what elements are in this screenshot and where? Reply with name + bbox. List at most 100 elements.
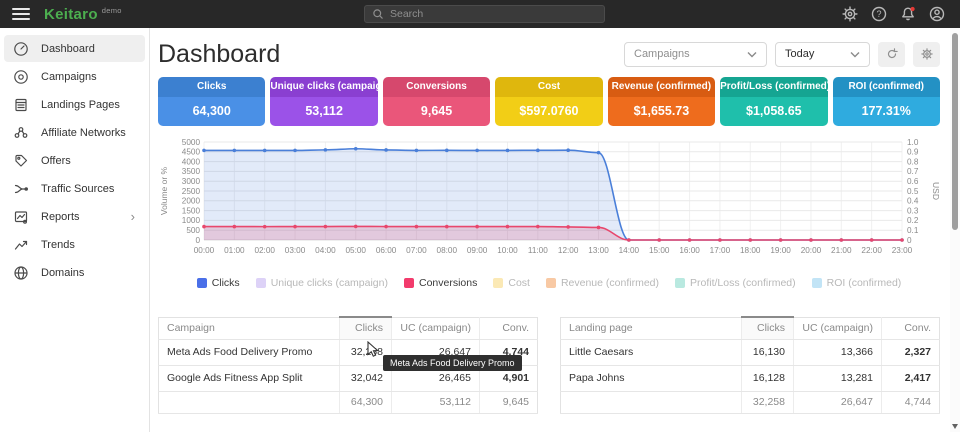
legend-item-revenue-confirmed[interactable]: Revenue (confirmed) (546, 277, 659, 289)
table-total-cell (561, 391, 742, 413)
menu-icon[interactable] (12, 8, 30, 20)
metric-label: Cost (495, 77, 602, 97)
legend-item-conversions[interactable]: Conversions (404, 277, 477, 289)
table-cell: 16,128 (742, 365, 794, 391)
svg-text:23:00: 23:00 (892, 246, 913, 255)
svg-text:08:00: 08:00 (437, 246, 458, 255)
tag-icon (13, 153, 29, 169)
sidebar-item-trends[interactable]: Trends (4, 231, 145, 258)
metric-label: Clicks (158, 77, 265, 97)
column-header-conv[interactable]: Conv. (480, 317, 538, 339)
metric-value: 64,300 (158, 97, 265, 126)
date-range-select[interactable]: Today (775, 42, 870, 67)
svg-text:500: 500 (186, 226, 200, 235)
svg-text:16:00: 16:00 (679, 246, 700, 255)
svg-text:10:00: 10:00 (497, 246, 518, 255)
sidebar-item-landings-pages[interactable]: Landings Pages (4, 91, 145, 118)
metric-value: $1,058.65 (720, 97, 827, 126)
column-header-landing-page[interactable]: Landing page (561, 317, 742, 339)
column-header-uc-campaign[interactable]: UC (campaign) (794, 317, 882, 339)
report-icon (13, 209, 29, 225)
svg-text:2500: 2500 (182, 187, 201, 196)
metric-value: 9,645 (383, 97, 490, 126)
page-title: Dashboard (158, 40, 280, 69)
sidebar-item-label: Landings Pages (41, 99, 120, 111)
legend-item-clicks[interactable]: Clicks (197, 277, 240, 289)
campaigns-filter-select[interactable]: Campaigns (624, 42, 767, 67)
metric-value: 177.31% (833, 97, 940, 126)
metric-card-clicks: Clicks64,300 (158, 77, 265, 126)
svg-text:3500: 3500 (182, 167, 201, 176)
dashboard-settings-button[interactable] (913, 42, 940, 67)
column-header-clicks[interactable]: Clicks (742, 317, 794, 339)
legend-swatch (546, 278, 556, 288)
gear-icon (920, 47, 934, 61)
traffic-icon (13, 181, 29, 197)
legend-item-unique-clicks-campaign[interactable]: Unique clicks (campaign) (256, 277, 388, 289)
gauge-icon (13, 41, 29, 57)
metric-card-revenue-confirmed: Revenue (confirmed)$1,655.73 (608, 77, 715, 126)
settings-gear-icon[interactable] (841, 5, 859, 23)
legend-item-profit-loss-confirmed[interactable]: Profit/Loss (confirmed) (675, 277, 796, 289)
column-header-clicks[interactable]: Clicks (340, 317, 392, 339)
legend-label: Profit/Loss (confirmed) (690, 277, 796, 289)
global-search[interactable] (364, 5, 605, 23)
column-header-uc-campaign[interactable]: UC (campaign) (392, 317, 480, 339)
legend-item-cost[interactable]: Cost (493, 277, 530, 289)
table-cell: 13,281 (794, 365, 882, 391)
chevron-down-icon (850, 51, 860, 58)
page-scrollbar[interactable] (950, 28, 960, 432)
legend-label: ROI (confirmed) (827, 277, 902, 289)
sidebar-item-label: Campaigns (41, 71, 97, 83)
legend-item-roi-confirmed[interactable]: ROI (confirmed) (812, 277, 902, 289)
svg-text:14:00: 14:00 (619, 246, 640, 255)
table-row[interactable]: Little Caesars16,13013,3662,327 (561, 339, 940, 365)
metric-label: ROI (confirmed) (833, 77, 940, 97)
svg-text:02:00: 02:00 (254, 246, 275, 255)
table-row[interactable]: Papa Johns16,12813,2812,417 (561, 365, 940, 391)
sidebar-item-label: Dashboard (41, 43, 95, 55)
help-icon[interactable]: ? (870, 5, 888, 23)
sidebar-item-reports[interactable]: Reports› (4, 203, 145, 230)
table-totals-row: 32,25826,6474,744 (561, 391, 940, 413)
svg-text:12:00: 12:00 (558, 246, 579, 255)
legend-swatch (675, 278, 685, 288)
sidebar-item-offers[interactable]: Offers (4, 147, 145, 174)
sidebar-item-domains[interactable]: Domains (4, 259, 145, 286)
svg-text:09:00: 09:00 (467, 246, 488, 255)
scrollbar-thumb[interactable] (952, 33, 958, 230)
svg-text:0.3: 0.3 (907, 206, 919, 215)
column-header-campaign[interactable]: Campaign (159, 317, 340, 339)
svg-text:1500: 1500 (182, 206, 201, 215)
metric-label: Conversions (383, 77, 490, 97)
metric-value: $597.0760 (495, 97, 602, 126)
notifications-bell-icon[interactable] (899, 5, 917, 23)
topbar: Keitarodemo ? (0, 0, 960, 28)
svg-text:1000: 1000 (182, 216, 201, 225)
sidebar-item-traffic-sources[interactable]: Traffic Sources (4, 175, 145, 202)
sidebar-item-campaigns[interactable]: Campaigns (4, 63, 145, 90)
svg-text:0: 0 (907, 236, 912, 245)
account-icon[interactable] (928, 5, 946, 23)
search-input[interactable] (390, 8, 597, 20)
legend-swatch (256, 278, 266, 288)
table-total-cell: 32,258 (742, 391, 794, 413)
sidebar-item-dashboard[interactable]: Dashboard (4, 35, 145, 62)
traffic-chart: 005000.110000.215000.320000.425000.53000… (158, 134, 940, 289)
table-total-cell: 26,647 (794, 391, 882, 413)
sidebar-item-affiliate-networks[interactable]: Affiliate Networks (4, 119, 145, 146)
svg-text:0.5: 0.5 (907, 187, 919, 196)
table-cell: 13,366 (794, 339, 882, 365)
legend-swatch (812, 278, 822, 288)
svg-text:0: 0 (195, 236, 200, 245)
table-total-cell (159, 391, 340, 413)
refresh-button[interactable] (878, 42, 905, 67)
trend-icon (13, 237, 29, 253)
metric-card-unique-clicks-campaign: Unique clicks (campaign)53,112 (270, 77, 377, 126)
brand-demo-label: demo (102, 6, 122, 15)
scroll-down-arrow-icon[interactable] (952, 424, 958, 429)
table-total-cell: 53,112 (392, 391, 480, 413)
metric-label: Revenue (confirmed) (608, 77, 715, 97)
column-header-conv[interactable]: Conv. (882, 317, 940, 339)
table-total-cell: 64,300 (340, 391, 392, 413)
